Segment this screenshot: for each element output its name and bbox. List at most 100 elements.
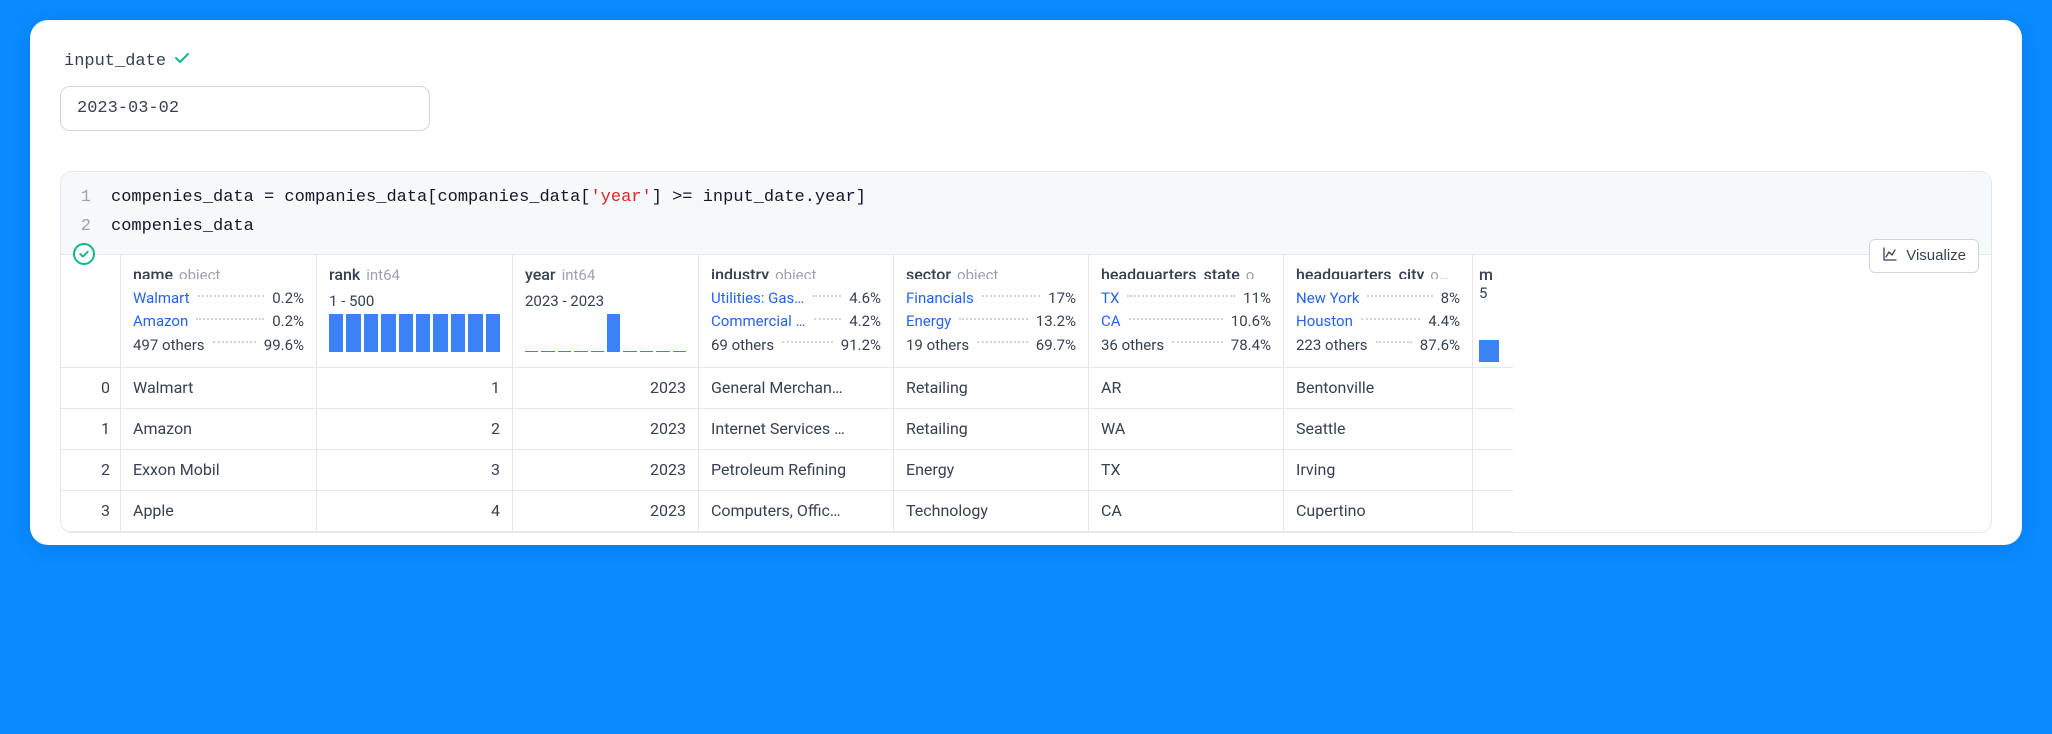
data-cell[interactable]: Computers, Offic… bbox=[699, 491, 893, 532]
widget-label: input_date bbox=[64, 52, 166, 71]
stat-label[interactable]: Energy bbox=[906, 310, 951, 333]
column-header[interactable]: sectorobjectFinancials17%Energy13.2%19 o… bbox=[894, 255, 1088, 368]
code-line: 1compenies_data = companies_data[compani… bbox=[61, 184, 1991, 213]
column-header[interactable]: headquarters_stateoTX11%CA10.6%36 others… bbox=[1089, 255, 1283, 368]
column-header[interactable]: m5 bbox=[1473, 255, 1513, 368]
data-cell[interactable]: Apple bbox=[121, 491, 316, 532]
column-header[interactable]: nameobjectWalmart0.2%Amazon0.2%497 other… bbox=[121, 255, 316, 368]
data-cell[interactable]: Retailing bbox=[894, 409, 1088, 450]
data-cell[interactable]: 3 bbox=[317, 450, 512, 491]
stat-row: CA 10.6% bbox=[1101, 310, 1271, 333]
histogram-bar bbox=[673, 351, 686, 352]
histogram-bar bbox=[591, 351, 604, 352]
histogram bbox=[329, 314, 500, 352]
stat-label[interactable]: Walmart bbox=[133, 287, 190, 310]
stat-dots bbox=[982, 295, 1040, 297]
stat-label[interactable]: Amazon bbox=[133, 310, 188, 333]
stat-dots bbox=[1361, 318, 1420, 320]
stat-pct: 11% bbox=[1243, 287, 1271, 310]
index-cell[interactable]: 2 bbox=[61, 450, 120, 491]
histogram-bar bbox=[574, 351, 587, 352]
stat-dots bbox=[196, 318, 264, 320]
data-cell[interactable] bbox=[1473, 491, 1513, 532]
stat-row: 19 others69.7% bbox=[906, 334, 1076, 357]
data-cell[interactable]: Walmart bbox=[121, 368, 316, 409]
histogram-bar bbox=[1479, 340, 1499, 362]
stat-dots bbox=[1129, 318, 1223, 320]
data-cell[interactable]: Bentonville bbox=[1284, 368, 1472, 409]
histogram-bar bbox=[656, 351, 669, 352]
data-cell[interactable]: Exxon Mobil bbox=[121, 450, 316, 491]
index-cell[interactable]: 0 bbox=[61, 368, 120, 409]
visualize-button[interactable]: Visualize bbox=[1869, 239, 1979, 273]
data-cell[interactable]: 2023 bbox=[513, 450, 698, 491]
data-cell[interactable]: Petroleum Refining bbox=[699, 450, 893, 491]
index-header bbox=[61, 255, 120, 368]
column-name: sector bbox=[906, 265, 951, 279]
column-header[interactable]: industryobjectUtilities: Gas…4.6%Commerc… bbox=[699, 255, 893, 368]
data-cell[interactable]: Internet Services … bbox=[699, 409, 893, 450]
data-cell[interactable]: Amazon bbox=[121, 409, 316, 450]
data-cell[interactable] bbox=[1473, 450, 1513, 491]
data-cell[interactable]: WA bbox=[1089, 409, 1283, 450]
input-date-field[interactable] bbox=[60, 86, 430, 131]
data-cell[interactable]: CA bbox=[1089, 491, 1283, 532]
data-cell[interactable]: 2023 bbox=[513, 491, 698, 532]
stat-dots bbox=[959, 318, 1028, 320]
data-cell[interactable]: 4 bbox=[317, 491, 512, 532]
histogram-bar bbox=[525, 351, 538, 352]
data-cell[interactable]: 2 bbox=[317, 409, 512, 450]
data-cell[interactable]: TX bbox=[1089, 450, 1283, 491]
column-header[interactable]: yearint642023 - 2023 bbox=[513, 255, 698, 368]
stat-row: TX 11% bbox=[1101, 287, 1271, 310]
stat-label[interactable]: CA bbox=[1101, 310, 1121, 333]
data-cell[interactable]: AR bbox=[1089, 368, 1283, 409]
stat-label: 497 others bbox=[133, 334, 205, 357]
column-hq_city: headquarters_cityo…New York8%Houston4.4%… bbox=[1284, 255, 1473, 532]
column-type: int64 bbox=[366, 266, 400, 284]
data-cell[interactable]: Energy bbox=[894, 450, 1088, 491]
data-cell[interactable]: Retailing bbox=[894, 368, 1088, 409]
stat-label[interactable]: Commercial … bbox=[711, 310, 806, 333]
column-header[interactable]: headquarters_cityo…New York8%Houston4.4%… bbox=[1284, 255, 1472, 368]
stat-label[interactable]: Financials bbox=[906, 287, 974, 310]
data-cell[interactable]: 2023 bbox=[513, 368, 698, 409]
data-cell[interactable]: General Merchan… bbox=[699, 368, 893, 409]
data-cell[interactable]: 2023 bbox=[513, 409, 698, 450]
histogram-bar bbox=[346, 314, 360, 352]
stat-row: Energy13.2% bbox=[906, 310, 1076, 333]
column-partial: m5 bbox=[1473, 255, 1513, 532]
stat-label[interactable]: Utilities: Gas… bbox=[711, 287, 804, 310]
data-cell[interactable]: 1 bbox=[317, 368, 512, 409]
index-cell[interactable]: 1 bbox=[61, 409, 120, 450]
column-header[interactable]: rankint641 - 500 bbox=[317, 255, 512, 368]
histogram-bar bbox=[329, 314, 343, 352]
range-text: 2023 - 2023 bbox=[525, 292, 686, 310]
data-cell[interactable]: Cupertino bbox=[1284, 491, 1472, 532]
histogram-bar bbox=[607, 314, 620, 352]
column-name: headquarters_city bbox=[1296, 265, 1424, 279]
check-icon bbox=[174, 50, 190, 72]
column-type: object bbox=[179, 266, 220, 279]
data-cell[interactable]: Irving bbox=[1284, 450, 1472, 491]
stat-label[interactable]: Houston bbox=[1296, 310, 1353, 333]
data-cell[interactable]: Technology bbox=[894, 491, 1088, 532]
column-industry: industryobjectUtilities: Gas…4.6%Commerc… bbox=[699, 255, 894, 532]
data-cell[interactable] bbox=[1473, 368, 1513, 409]
stat-label[interactable]: New York bbox=[1296, 287, 1359, 310]
column-name: m bbox=[1479, 265, 1507, 284]
stat-label[interactable]: TX bbox=[1101, 287, 1119, 310]
stat-pct: 0.2% bbox=[272, 310, 304, 333]
stat-pct: 10.6% bbox=[1231, 310, 1271, 333]
column-hq_state: headquarters_stateoTX11%CA10.6%36 others… bbox=[1089, 255, 1284, 532]
index-cell[interactable]: 3 bbox=[61, 491, 120, 532]
data-grid[interactable]: 0123nameobjectWalmart0.2%Amazon0.2%497 o… bbox=[61, 254, 1991, 532]
stat-row: Commercial …4.2% bbox=[711, 310, 881, 333]
column-year: yearint642023 - 20232023202320232023 bbox=[513, 255, 699, 532]
visualize-label: Visualize bbox=[1906, 247, 1966, 264]
data-cell[interactable]: Seattle bbox=[1284, 409, 1472, 450]
code-editor[interactable]: 1compenies_data = companies_data[compani… bbox=[61, 172, 1991, 254]
data-cell[interactable] bbox=[1473, 409, 1513, 450]
column-name: year bbox=[525, 265, 556, 284]
range-text: 1 - 500 bbox=[329, 292, 500, 310]
